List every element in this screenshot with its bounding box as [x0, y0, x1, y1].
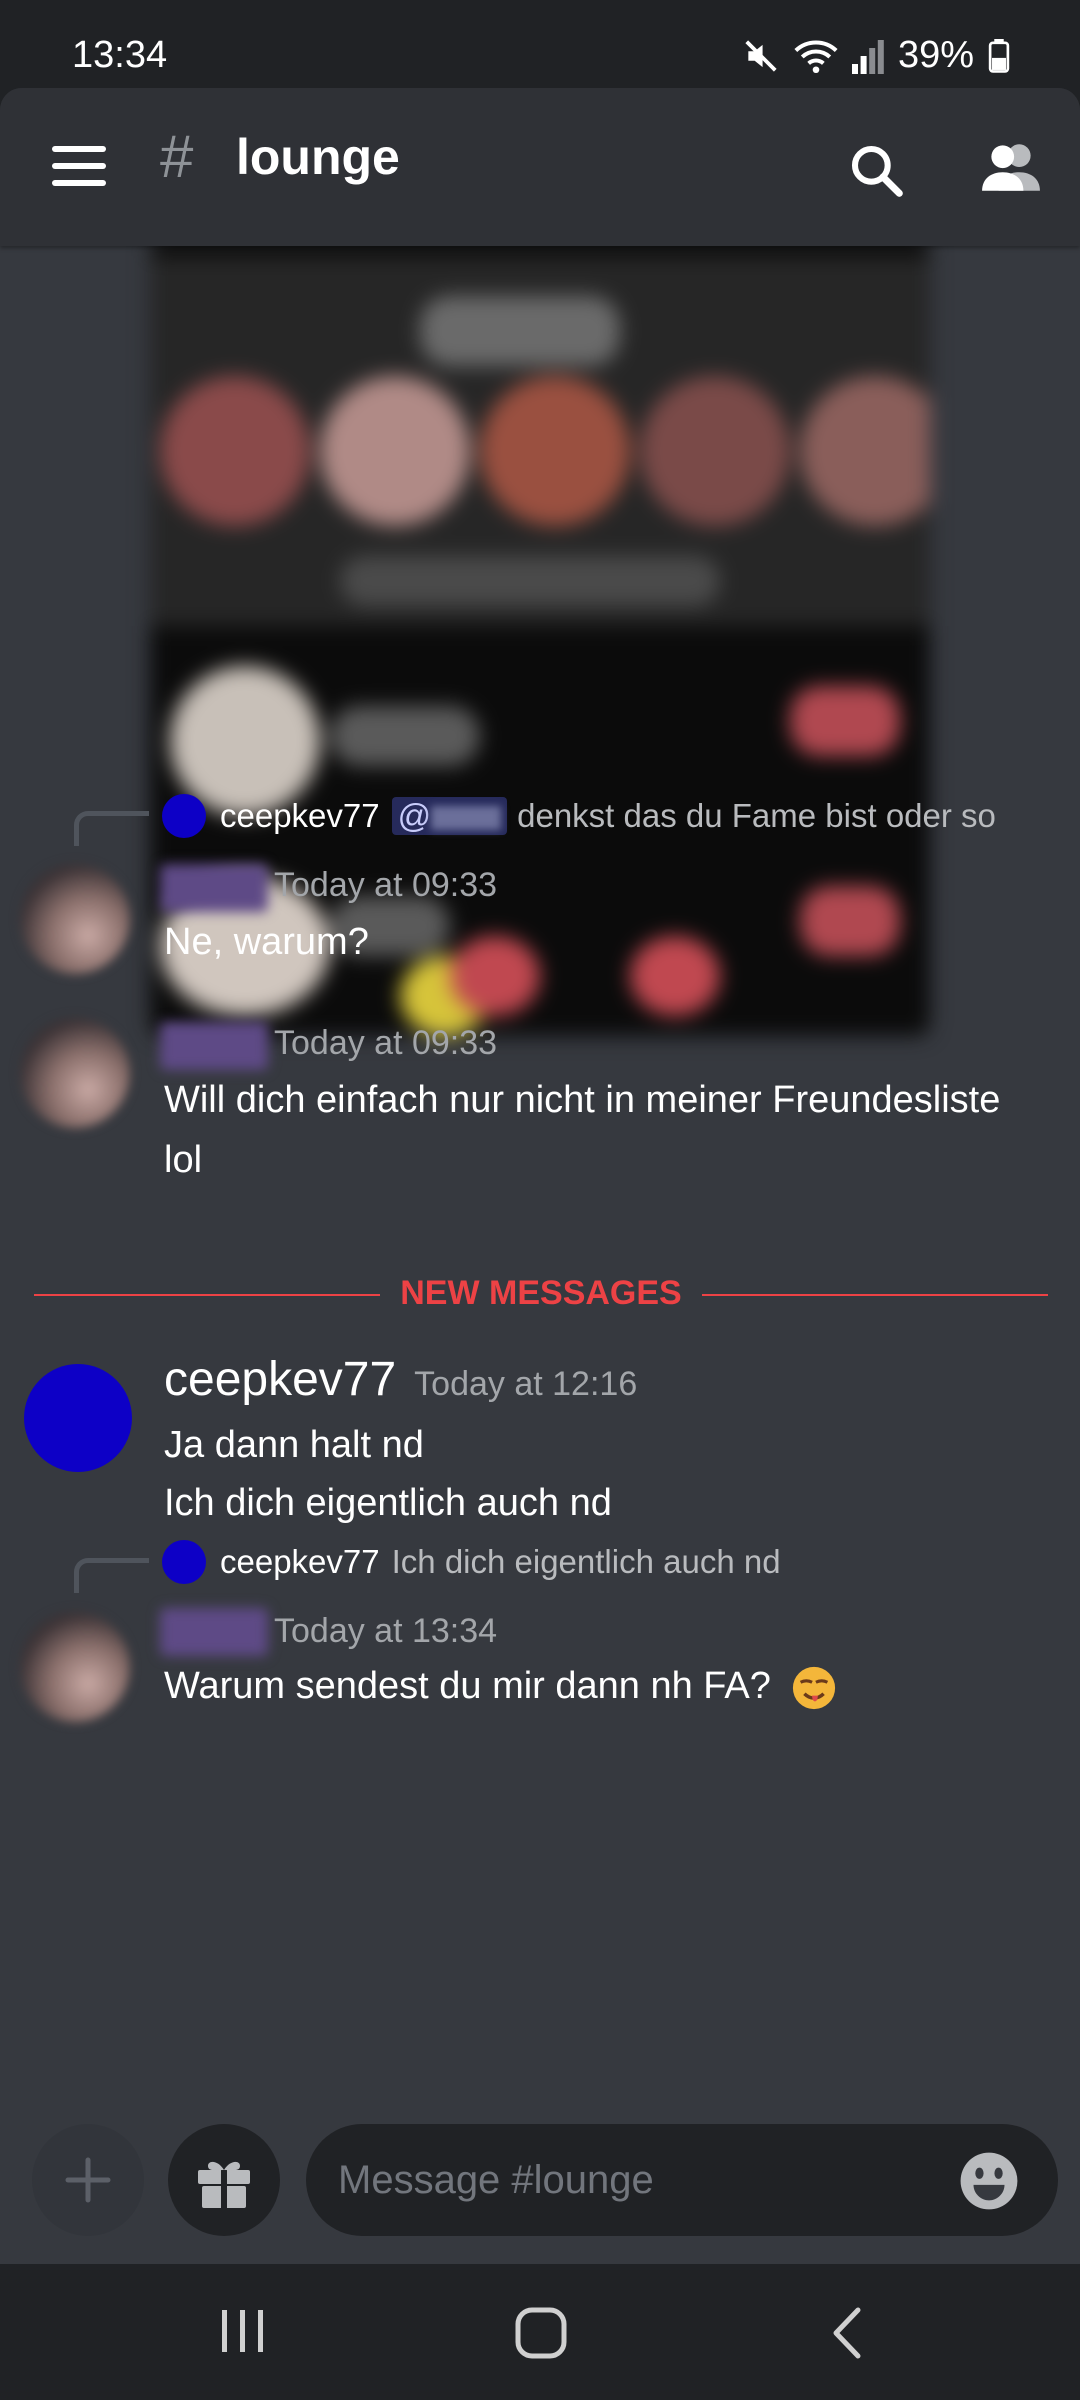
username-redacted[interactable] [160, 1608, 268, 1656]
author-name[interactable]: ceepkev77 [164, 1352, 396, 1407]
plus-icon [65, 2157, 111, 2203]
avatar[interactable] [24, 1364, 132, 1472]
battery-percent: 39% [897, 34, 974, 76]
message-input[interactable] [306, 2124, 1058, 2236]
wifi-icon [794, 39, 838, 73]
emoji-picker-icon[interactable] [958, 2150, 1020, 2212]
channel-hash-icon: # [160, 123, 194, 190]
reply-connector [74, 1558, 149, 1593]
battery-icon [988, 38, 1010, 73]
avatar[interactable] [20, 1018, 130, 1128]
timestamp: Today at 12:16 [414, 1365, 638, 1403]
add-attachment-button[interactable] [32, 2124, 144, 2236]
timestamp: Today at 09:33 [274, 1024, 498, 1062]
message-meta: ceepkev77 Today at 12:16 [164, 1352, 637, 1407]
avatar [162, 1540, 206, 1584]
message-line: Will dich einfach nur nicht in meiner Fr… [164, 1079, 1001, 1121]
avatar[interactable] [20, 864, 130, 974]
system-nav-bar [0, 2264, 1080, 2400]
gift-icon [198, 2161, 250, 2208]
search-icon[interactable] [848, 142, 904, 198]
username-redacted[interactable] [160, 864, 268, 912]
gift-button[interactable] [168, 2124, 280, 2236]
timestamp: Today at 13:34 [274, 1612, 498, 1650]
hot-face-emoji-icon [793, 1666, 836, 1710]
members-icon[interactable] [980, 140, 1042, 192]
message-line: lol [164, 1139, 203, 1181]
mute-icon [745, 39, 777, 72]
message-line: Ja dann halt nd [164, 1424, 424, 1466]
new-messages-divider: NEW MESSAGES [34, 1274, 1048, 1314]
back-icon[interactable] [822, 2304, 872, 2362]
channel-header: # lounge [0, 88, 1080, 246]
message-meta: Today at 13:34 [274, 1612, 497, 1651]
username-redacted[interactable] [160, 1022, 268, 1070]
channel-name[interactable]: lounge [236, 128, 400, 186]
menu-icon[interactable] [52, 146, 106, 186]
message-text: Ne, warum? [164, 921, 369, 963]
avatar [162, 794, 206, 838]
reply-text: Ich dich eigentlich auch nd [391, 1543, 781, 1580]
status-icons: 39% [742, 34, 1010, 77]
discord-app: # lounge ceepkev77 @ denkst das du Fame … [0, 88, 1080, 2264]
recent-apps-icon[interactable] [216, 2304, 270, 2358]
reply-preview[interactable]: ceepkev77 @ denkst das du Fame bist oder… [162, 794, 996, 838]
message-meta: Today at 09:33 [274, 1024, 497, 1063]
reply-text: denkst das du Fame bist oder so [517, 797, 996, 834]
home-icon[interactable] [512, 2304, 570, 2362]
message-list[interactable]: ceepkev77 @ denkst das du Fame bist oder… [0, 236, 1080, 2146]
avatar[interactable] [20, 1612, 130, 1722]
mention-pill: @ [391, 797, 508, 835]
message-text: Warum sendest du mir dann nh FA? [164, 1656, 837, 1716]
reply-author: ceepkev77 [220, 1543, 380, 1580]
message-meta: Today at 09:33 [274, 866, 497, 905]
reply-preview[interactable]: ceepkev77 Ich dich eigentlich auch nd [162, 1540, 781, 1584]
signal-icon [851, 39, 884, 74]
timestamp: Today at 09:33 [274, 866, 498, 904]
reply-author: ceepkev77 [220, 797, 380, 834]
message-line: Ich dich eigentlich auch nd [164, 1482, 612, 1524]
status-time: 13:34 [72, 34, 168, 76]
message-line: Warum sendest du mir dann nh FA? [164, 1665, 771, 1707]
message-text: Ja dann halt nd Ich dich eigentlich auch… [164, 1416, 612, 1532]
reply-connector [74, 811, 149, 846]
status-bar: 13:34 39% [0, 0, 1080, 88]
message-text: Will dich einfach nur nicht in meiner Fr… [164, 1070, 1000, 1190]
message-composer [0, 2118, 1080, 2264]
